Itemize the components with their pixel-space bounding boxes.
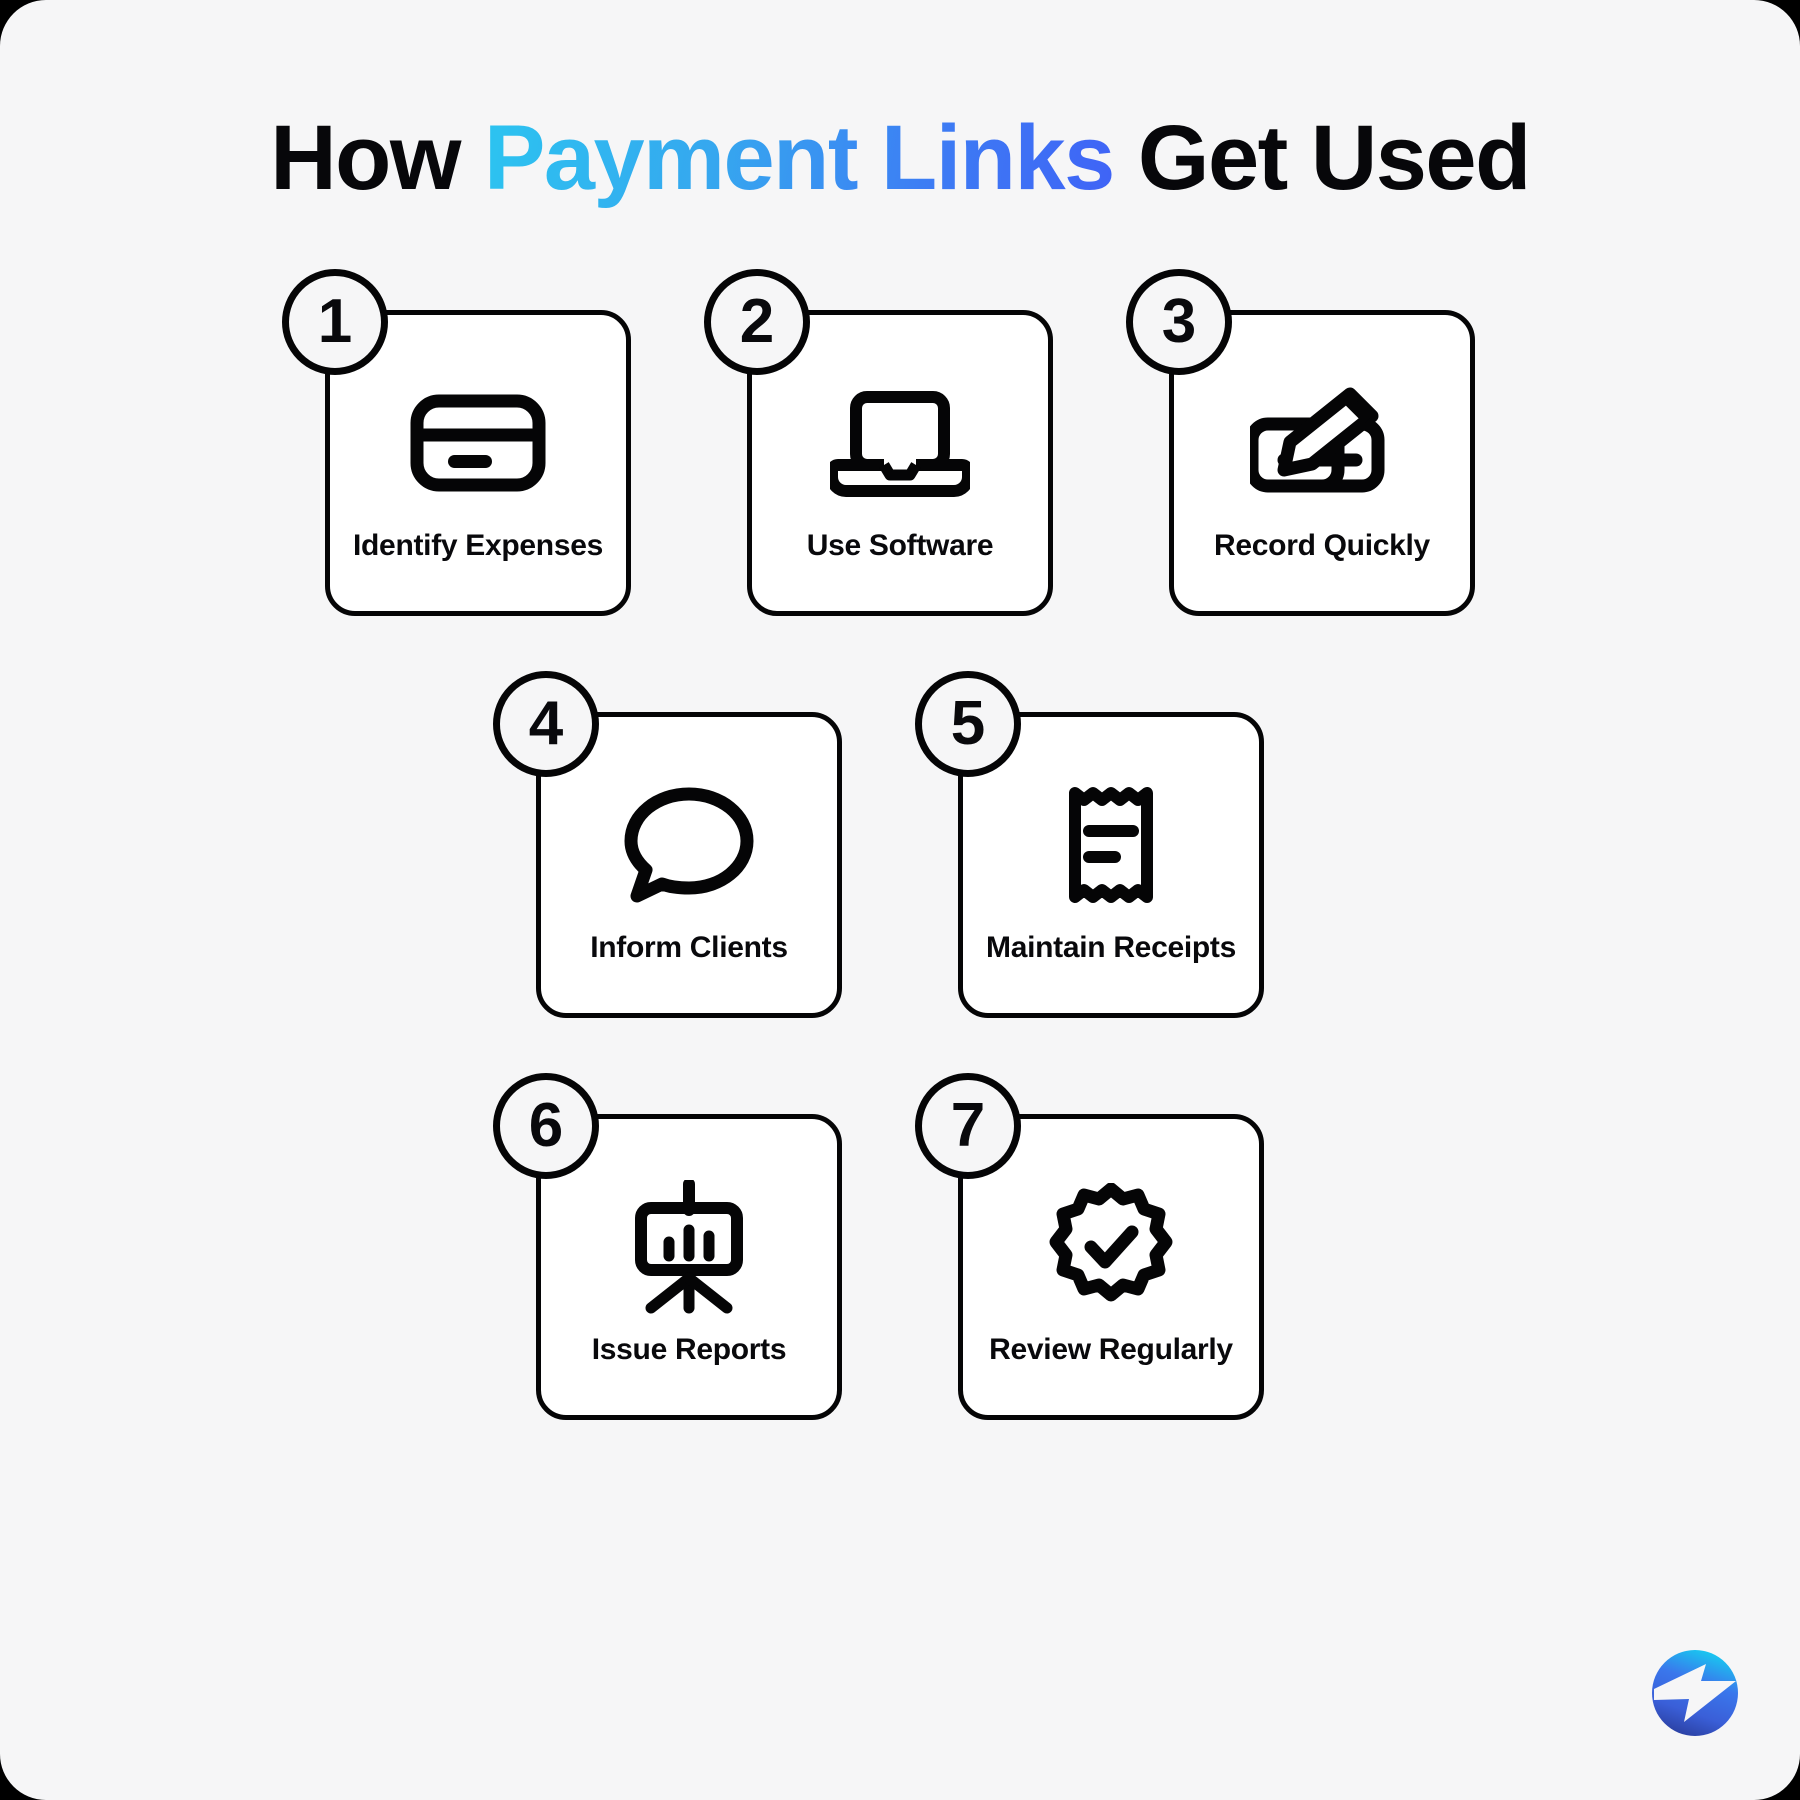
- step-number-badge-4: 4: [493, 671, 599, 777]
- presentation-chart-icon: [613, 1180, 765, 1314]
- step-card-5[interactable]: 5 Maintain Receipts: [915, 671, 1264, 1018]
- step-label-1: Identify Expenses: [353, 529, 603, 562]
- credit-card-icon: [402, 377, 554, 509]
- speech-bubble-icon: [613, 779, 765, 911]
- step-number-badge-5: 5: [915, 671, 1021, 777]
- infographic-page: How Payment Links Get Used 1 Identify Ex…: [0, 0, 1800, 1800]
- step-label-4: Inform Clients: [590, 931, 788, 964]
- receipt-icon: [1035, 779, 1187, 911]
- card-with-pen-icon: [1246, 377, 1398, 509]
- laptop-icon: [824, 377, 976, 509]
- step-card-3[interactable]: 3 Record Quickly: [1126, 269, 1475, 616]
- lightning-bolt-circle-logo: [1650, 1648, 1740, 1738]
- verified-badge-icon: [1035, 1181, 1187, 1313]
- page-title: How Payment Links Get Used: [0, 107, 1800, 209]
- step-number-badge-2: 2: [704, 269, 810, 375]
- step-card-1[interactable]: 1 Identify Expenses: [282, 269, 631, 616]
- step-card-2[interactable]: 2 Use Software: [704, 269, 1053, 616]
- step-card-7[interactable]: 7 Review Regularly: [915, 1073, 1264, 1420]
- step-card-4[interactable]: 4 Inform Clients: [493, 671, 842, 1018]
- steps-row-3: 6 Issue Reports 7 Review Regularly: [0, 1073, 1800, 1420]
- title-part-2: Get Used: [1113, 107, 1531, 209]
- title-part-1: How: [270, 107, 484, 209]
- steps-row-2: 4 Inform Clients 5 Maintain Receipts: [0, 671, 1800, 1018]
- steps-row-1: 1 Identify Expenses 2 Use Software 3 Rec…: [0, 269, 1800, 616]
- step-number-badge-6: 6: [493, 1073, 599, 1179]
- title-accent: Payment Links: [483, 107, 1115, 209]
- step-label-5: Maintain Receipts: [986, 931, 1236, 964]
- step-label-2: Use Software: [806, 529, 994, 562]
- step-card-6[interactable]: 6 Issue Reports: [493, 1073, 842, 1420]
- step-number-badge-7: 7: [915, 1073, 1021, 1179]
- step-label-3: Record Quickly: [1214, 529, 1430, 562]
- step-label-6: Issue Reports: [591, 1333, 787, 1366]
- step-number-badge-1: 1: [282, 269, 388, 375]
- step-number-badge-3: 3: [1126, 269, 1232, 375]
- step-label-7: Review Regularly: [989, 1333, 1233, 1366]
